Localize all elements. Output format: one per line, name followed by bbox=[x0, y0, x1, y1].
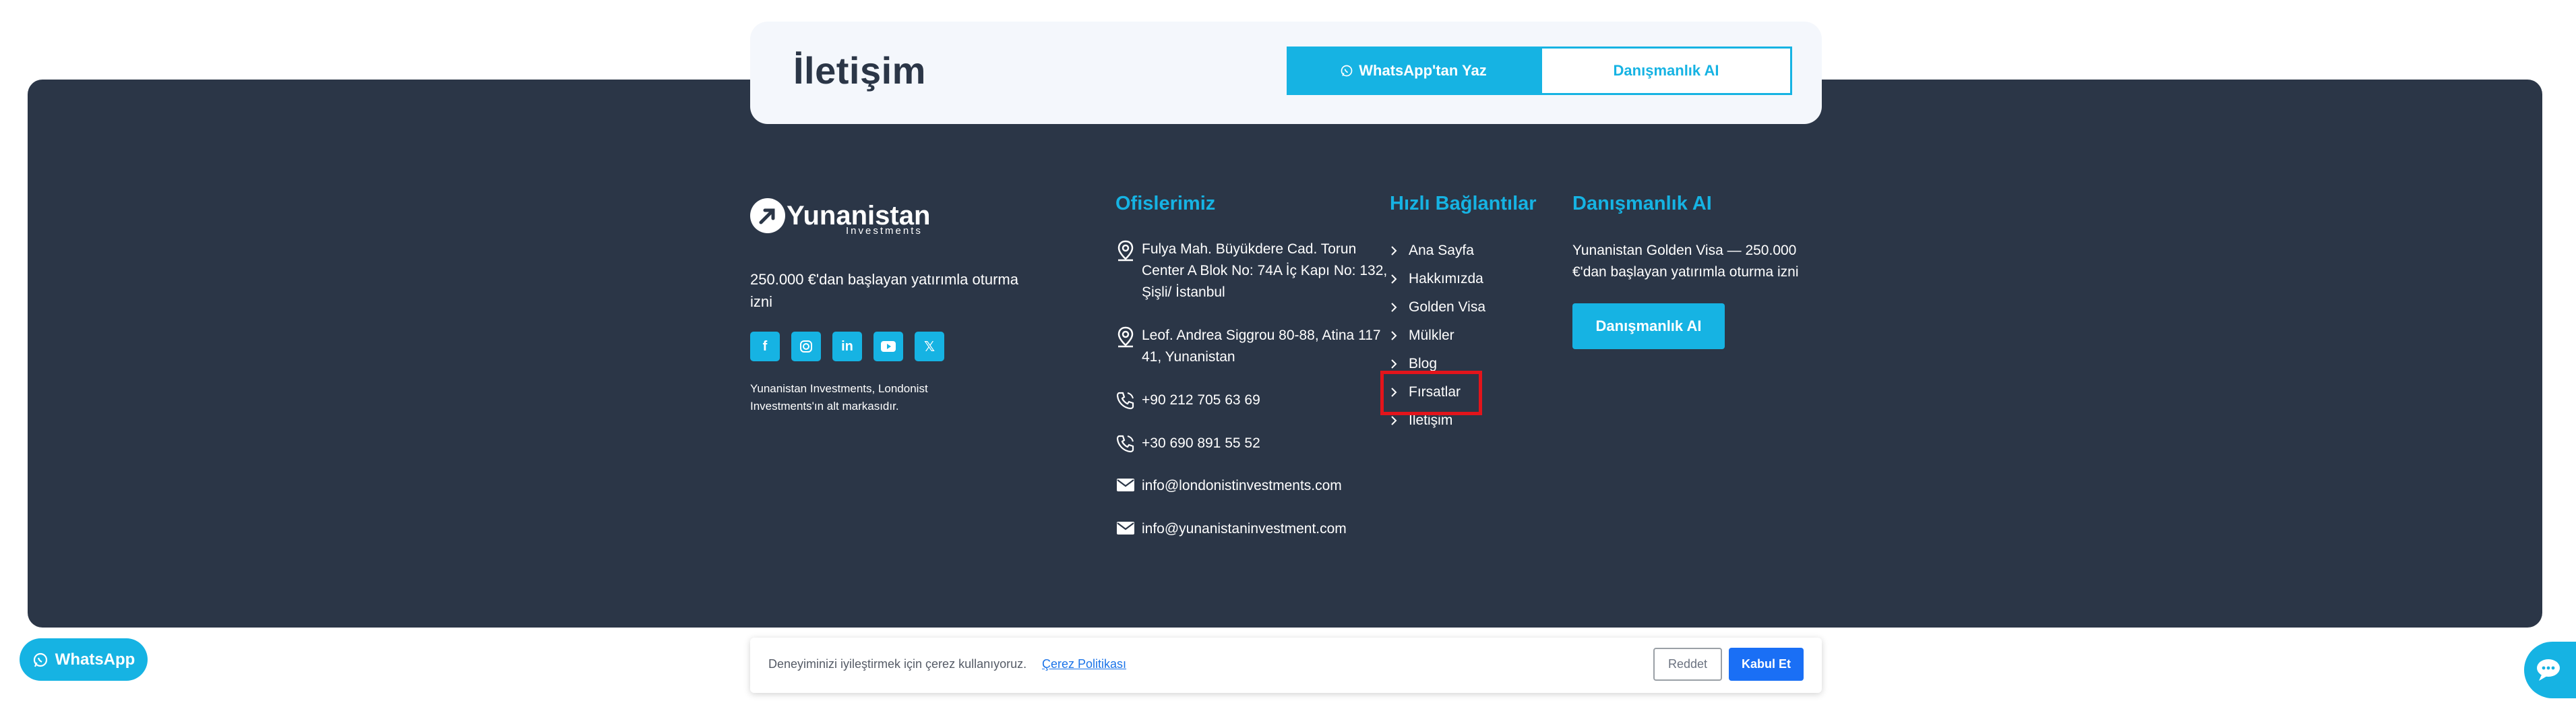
chevron-right-icon bbox=[1390, 271, 1406, 287]
chevron-right-icon bbox=[1390, 356, 1406, 372]
instagram-icon[interactable] bbox=[791, 332, 821, 361]
facebook-icon[interactable]: f bbox=[750, 332, 780, 361]
brand-note: Yunanistan Investments, Londonist Invest… bbox=[750, 382, 928, 413]
mail-icon bbox=[1115, 518, 1136, 540]
office-phone-tr[interactable]: +90 212 705 63 69 bbox=[1115, 390, 1391, 411]
phone-icon bbox=[1115, 390, 1136, 411]
quick-link-golden-visa[interactable]: Golden Visa bbox=[1390, 299, 1485, 315]
logo-arrow-icon bbox=[750, 198, 785, 233]
whatsapp-write-label: WhatsApp'tan Yaz bbox=[1359, 62, 1487, 79]
cookie-reject-button[interactable]: Reddet bbox=[1653, 648, 1722, 681]
cookie-accept-button[interactable]: Kabul Et bbox=[1729, 648, 1804, 681]
brand-description: 250.000 €'dan başlayan yatırımla oturma … bbox=[750, 271, 1018, 310]
cookie-banner: Deneyiminizi iyileştirmek için çerez kul… bbox=[750, 638, 1822, 693]
chat-icon bbox=[2536, 659, 2560, 681]
contact-title: İletişim bbox=[793, 49, 926, 92]
whatsapp-write-button[interactable]: WhatsApp'tan Yaz bbox=[1287, 47, 1540, 95]
highlight-box bbox=[1380, 371, 1482, 415]
office-email-londonist[interactable]: info@londonistinvestments.com bbox=[1115, 475, 1391, 497]
social-links: f in 𝕏 bbox=[750, 332, 944, 361]
quick-links-heading: Hızlı Bağlantılar bbox=[1390, 193, 1537, 214]
ai-description: Yunanistan Golden Visa — 250.000 €'dan b… bbox=[1572, 243, 1799, 280]
quick-link-label: Mülkler bbox=[1409, 328, 1454, 343]
chevron-right-icon bbox=[1390, 243, 1406, 259]
cookie-policy-link[interactable]: Çerez Politikası bbox=[1042, 657, 1126, 671]
office-phone-gr[interactable]: +30 690 891 55 52 bbox=[1115, 433, 1391, 454]
quick-link-label: Blog bbox=[1409, 356, 1438, 371]
floating-whatsapp-button[interactable]: WhatsApp bbox=[20, 638, 148, 681]
map-pin-icon bbox=[1115, 239, 1136, 262]
office-text: info@yunanistaninvestment.com bbox=[1142, 521, 1347, 537]
office-text: +90 212 705 63 69 bbox=[1142, 392, 1260, 408]
contact-card: İletişim WhatsApp'tan Yaz Danışmanlık AI bbox=[750, 22, 1822, 124]
map-pin-icon bbox=[1115, 325, 1136, 348]
office-text: Leof. Andrea Siggrou 80-88, Atina 117 41… bbox=[1142, 328, 1381, 365]
ai-heading: Danışmanlık AI bbox=[1572, 193, 1712, 214]
whatsapp-icon bbox=[1341, 65, 1353, 77]
quick-link-about[interactable]: Hakkımızda bbox=[1390, 271, 1483, 287]
quick-link-blog[interactable]: Blog bbox=[1390, 356, 1437, 372]
whatsapp-icon bbox=[33, 652, 47, 667]
quick-link-label: Hakkımızda bbox=[1409, 271, 1483, 286]
office-text: info@londonistinvestments.com bbox=[1142, 478, 1342, 493]
phone-icon bbox=[1115, 433, 1136, 454]
office-address-athens: Leof. Andrea Siggrou 80-88, Atina 117 41… bbox=[1115, 325, 1391, 368]
youtube-icon[interactable] bbox=[873, 332, 903, 361]
x-icon[interactable]: 𝕏 bbox=[915, 332, 944, 361]
office-text: +30 690 891 55 52 bbox=[1142, 435, 1260, 451]
chevron-right-icon bbox=[1390, 299, 1406, 315]
floating-whatsapp-label: WhatsApp bbox=[55, 650, 135, 669]
logo-subtitle: Investments bbox=[846, 225, 923, 237]
office-address-istanbul: Fulya Mah. Büyükdere Cad. Torun Center A… bbox=[1115, 239, 1391, 303]
offices-heading: Ofislerimiz bbox=[1115, 193, 1216, 214]
quick-link-label: Ana Sayfa bbox=[1409, 243, 1474, 258]
office-text: Fulya Mah. Büyükdere Cad. Torun Center A… bbox=[1142, 241, 1388, 300]
linkedin-icon[interactable]: in bbox=[832, 332, 862, 361]
ai-consulting-button[interactable]: Danışmanlık AI bbox=[1572, 303, 1725, 349]
consulting-ai-button[interactable]: Danışmanlık AI bbox=[1540, 47, 1792, 95]
cookie-text: Deneyiminizi iyileştirmek için çerez kul… bbox=[768, 657, 1027, 671]
chat-widget-button[interactable] bbox=[2524, 642, 2576, 698]
office-email-yunanistan[interactable]: info@yunanistaninvestment.com bbox=[1115, 518, 1391, 540]
mail-icon bbox=[1115, 475, 1136, 497]
chevron-right-icon bbox=[1390, 328, 1406, 344]
quick-link-home[interactable]: Ana Sayfa bbox=[1390, 243, 1474, 259]
quick-link-properties[interactable]: Mülkler bbox=[1390, 328, 1454, 344]
quick-link-label: Golden Visa bbox=[1409, 299, 1486, 315]
